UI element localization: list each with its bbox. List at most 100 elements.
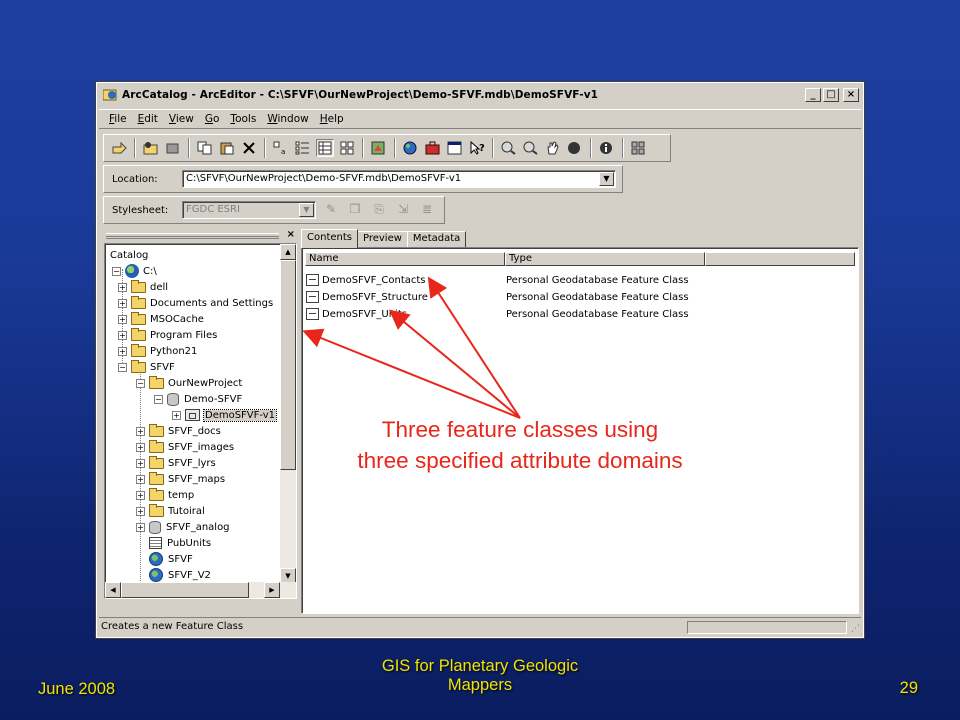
collapse-icon[interactable]: − <box>136 378 145 388</box>
identify-icon[interactable] <box>598 139 616 157</box>
menu-window[interactable]: Window <box>267 113 308 125</box>
collapse-icon[interactable]: − <box>154 394 163 404</box>
tree-item-sfvf-lyrs[interactable]: + SFVF_lyrs <box>136 455 216 471</box>
maximize-button[interactable]: □ <box>823 88 839 102</box>
tree-item-documents-and-settings[interactable]: + Documents and Settings <box>118 295 273 311</box>
list-item[interactable]: DemoSFVF_Structure Personal Geodatabase … <box>306 289 689 305</box>
disconnect-folder-icon[interactable] <box>164 139 182 157</box>
tree-item-msocache[interactable]: + MSOCache <box>118 311 204 327</box>
stylesheet-combobox[interactable]: FGDC ESRI ▼ <box>182 201 316 219</box>
tab-preview[interactable]: Preview <box>356 231 408 247</box>
expand-icon[interactable]: + <box>118 330 127 340</box>
expand-icon[interactable]: + <box>118 314 127 324</box>
location-value[interactable]: C:\SFVF\OurNewProject\Demo-SFVF.mdb\Demo… <box>186 173 461 184</box>
close-button[interactable]: × <box>843 88 859 102</box>
update-metadata-icon[interactable]: ≣ <box>418 202 436 218</box>
arctoolbox-icon[interactable] <box>424 139 442 157</box>
zoom-out-icon[interactable] <box>522 139 540 157</box>
list-icon[interactable] <box>294 139 312 157</box>
details-icon[interactable] <box>316 139 334 157</box>
expand-icon[interactable]: + <box>136 474 145 484</box>
column-header-type[interactable]: Type <box>505 252 705 266</box>
stylesheet-dropdown-icon[interactable]: ▼ <box>299 203 314 217</box>
menu-help[interactable]: Help <box>320 113 344 125</box>
tree-item-sfvf-maps[interactable]: + SFVF_maps <box>136 471 225 487</box>
tab-metadata[interactable]: Metadata <box>406 231 467 247</box>
tree-item-sfvf-analog[interactable]: + SFVF_analog <box>136 519 230 535</box>
tree-item-python21[interactable]: + Python21 <box>118 343 197 359</box>
tree-item-program-files[interactable]: + Program Files <box>118 327 217 343</box>
tree-root[interactable]: Catalog <box>110 247 148 263</box>
command-line-icon[interactable] <box>446 139 464 157</box>
menu-file[interactable]: File <box>109 113 127 125</box>
export-metadata-icon[interactable]: ⇲ <box>394 202 412 218</box>
expand-icon[interactable]: + <box>136 442 145 452</box>
tree-item-sfvf-images[interactable]: + SFVF_images <box>136 439 234 455</box>
tab-contents[interactable]: Contents <box>301 229 358 248</box>
tree-item-ournewproject[interactable]: − OurNewProject <box>136 375 242 391</box>
expand-icon[interactable]: + <box>118 282 127 292</box>
hscroll-thumb[interactable] <box>121 582 249 598</box>
pan-icon[interactable] <box>544 139 562 157</box>
pane-close-icon[interactable]: × <box>287 229 295 240</box>
launch-arcmap-icon[interactable] <box>370 139 388 157</box>
tree-item-tutoiral[interactable]: + Tutoiral <box>136 503 205 519</box>
edit-metadata-icon[interactable]: ✎ <box>322 202 340 218</box>
list-item[interactable]: DemoSFVF_Units Personal Geodatabase Feat… <box>306 306 689 322</box>
expand-icon[interactable]: + <box>136 490 145 500</box>
copy-icon[interactable] <box>196 139 214 157</box>
scroll-thumb[interactable] <box>280 260 296 470</box>
collapse-icon[interactable]: − <box>118 362 127 372</box>
menu-edit[interactable]: Edit <box>138 113 158 125</box>
expand-icon[interactable]: + <box>136 458 145 468</box>
scroll-right-icon[interactable]: ▶ <box>264 582 280 598</box>
menu-view[interactable]: View <box>169 113 194 125</box>
create-thumbnail-icon[interactable] <box>630 139 648 157</box>
paste-icon[interactable] <box>218 139 236 157</box>
stylesheet-value[interactable]: FGDC ESRI <box>186 204 240 215</box>
column-header-name[interactable]: Name <box>305 252 505 266</box>
collapse-icon[interactable]: − <box>112 266 121 276</box>
large-icons-icon[interactable]: a <box>272 139 290 157</box>
tree-item-sfvf-docs[interactable]: + SFVF_docs <box>136 423 221 439</box>
menu-go[interactable]: Go <box>205 113 220 125</box>
expand-icon[interactable]: + <box>136 522 145 532</box>
location-dropdown-icon[interactable]: ▼ <box>599 172 614 186</box>
scroll-left-icon[interactable]: ◀ <box>105 582 121 598</box>
tree-horizontal-scrollbar[interactable]: ◀ ▶ <box>105 582 296 598</box>
connect-folder-icon[interactable] <box>142 139 160 157</box>
list-item[interactable]: DemoSFVF_Contacts Personal Geodatabase F… <box>306 272 689 288</box>
pane-grip[interactable] <box>106 233 279 239</box>
expand-icon[interactable]: + <box>136 506 145 516</box>
globe-icon <box>149 568 163 582</box>
delete-icon[interactable] <box>240 139 258 157</box>
whats-this-icon[interactable]: ? <box>468 139 486 157</box>
expand-icon[interactable]: + <box>118 298 127 308</box>
tree-item-demosfvf-v1[interactable]: + DemoSFVF-v1 <box>172 407 278 423</box>
tree-item-sfvf[interactable]: − SFVF <box>118 359 175 375</box>
tree-vertical-scrollbar[interactable]: ▲ ▼ <box>280 244 296 584</box>
tree-item-temp[interactable]: + temp <box>136 487 194 503</box>
expand-icon[interactable]: + <box>136 426 145 436</box>
tree-item-dell[interactable]: + dell <box>118 279 168 295</box>
import-metadata-icon[interactable]: ⎘ <box>370 202 388 218</box>
minimize-button[interactable]: _ <box>805 88 821 102</box>
search-globe-icon[interactable] <box>402 139 420 157</box>
scroll-up-icon[interactable]: ▲ <box>280 244 296 260</box>
menu-tools[interactable]: Tools <box>230 113 256 125</box>
expand-icon[interactable]: + <box>172 410 181 420</box>
resize-grip-icon[interactable]: ⋰ <box>851 624 860 634</box>
zoom-in-icon[interactable] <box>500 139 518 157</box>
tree-item-c-drive[interactable]: − C:\ <box>112 263 157 279</box>
tree-item-sfvf-v2[interactable]: SFVF_V2 <box>136 567 211 583</box>
tree-item-sfvf-map[interactable]: SFVF <box>136 551 193 567</box>
title-bar[interactable]: ArcCatalog - ArcEditor - C:\SFVF\OurNewP… <box>99 85 861 105</box>
tree-item-demo-sfvf[interactable]: − Demo-SFVF <box>154 391 242 407</box>
metadata-properties-icon[interactable]: ❐ <box>346 202 364 218</box>
tree-item-pubunits[interactable]: PubUnits <box>136 535 211 551</box>
full-extent-icon[interactable] <box>566 139 584 157</box>
expand-icon[interactable]: + <box>118 346 127 356</box>
up-one-level-icon[interactable] <box>110 139 128 157</box>
location-combobox[interactable]: C:\SFVF\OurNewProject\Demo-SFVF.mdb\Demo… <box>182 170 616 188</box>
thumbnails-icon[interactable] <box>338 139 356 157</box>
